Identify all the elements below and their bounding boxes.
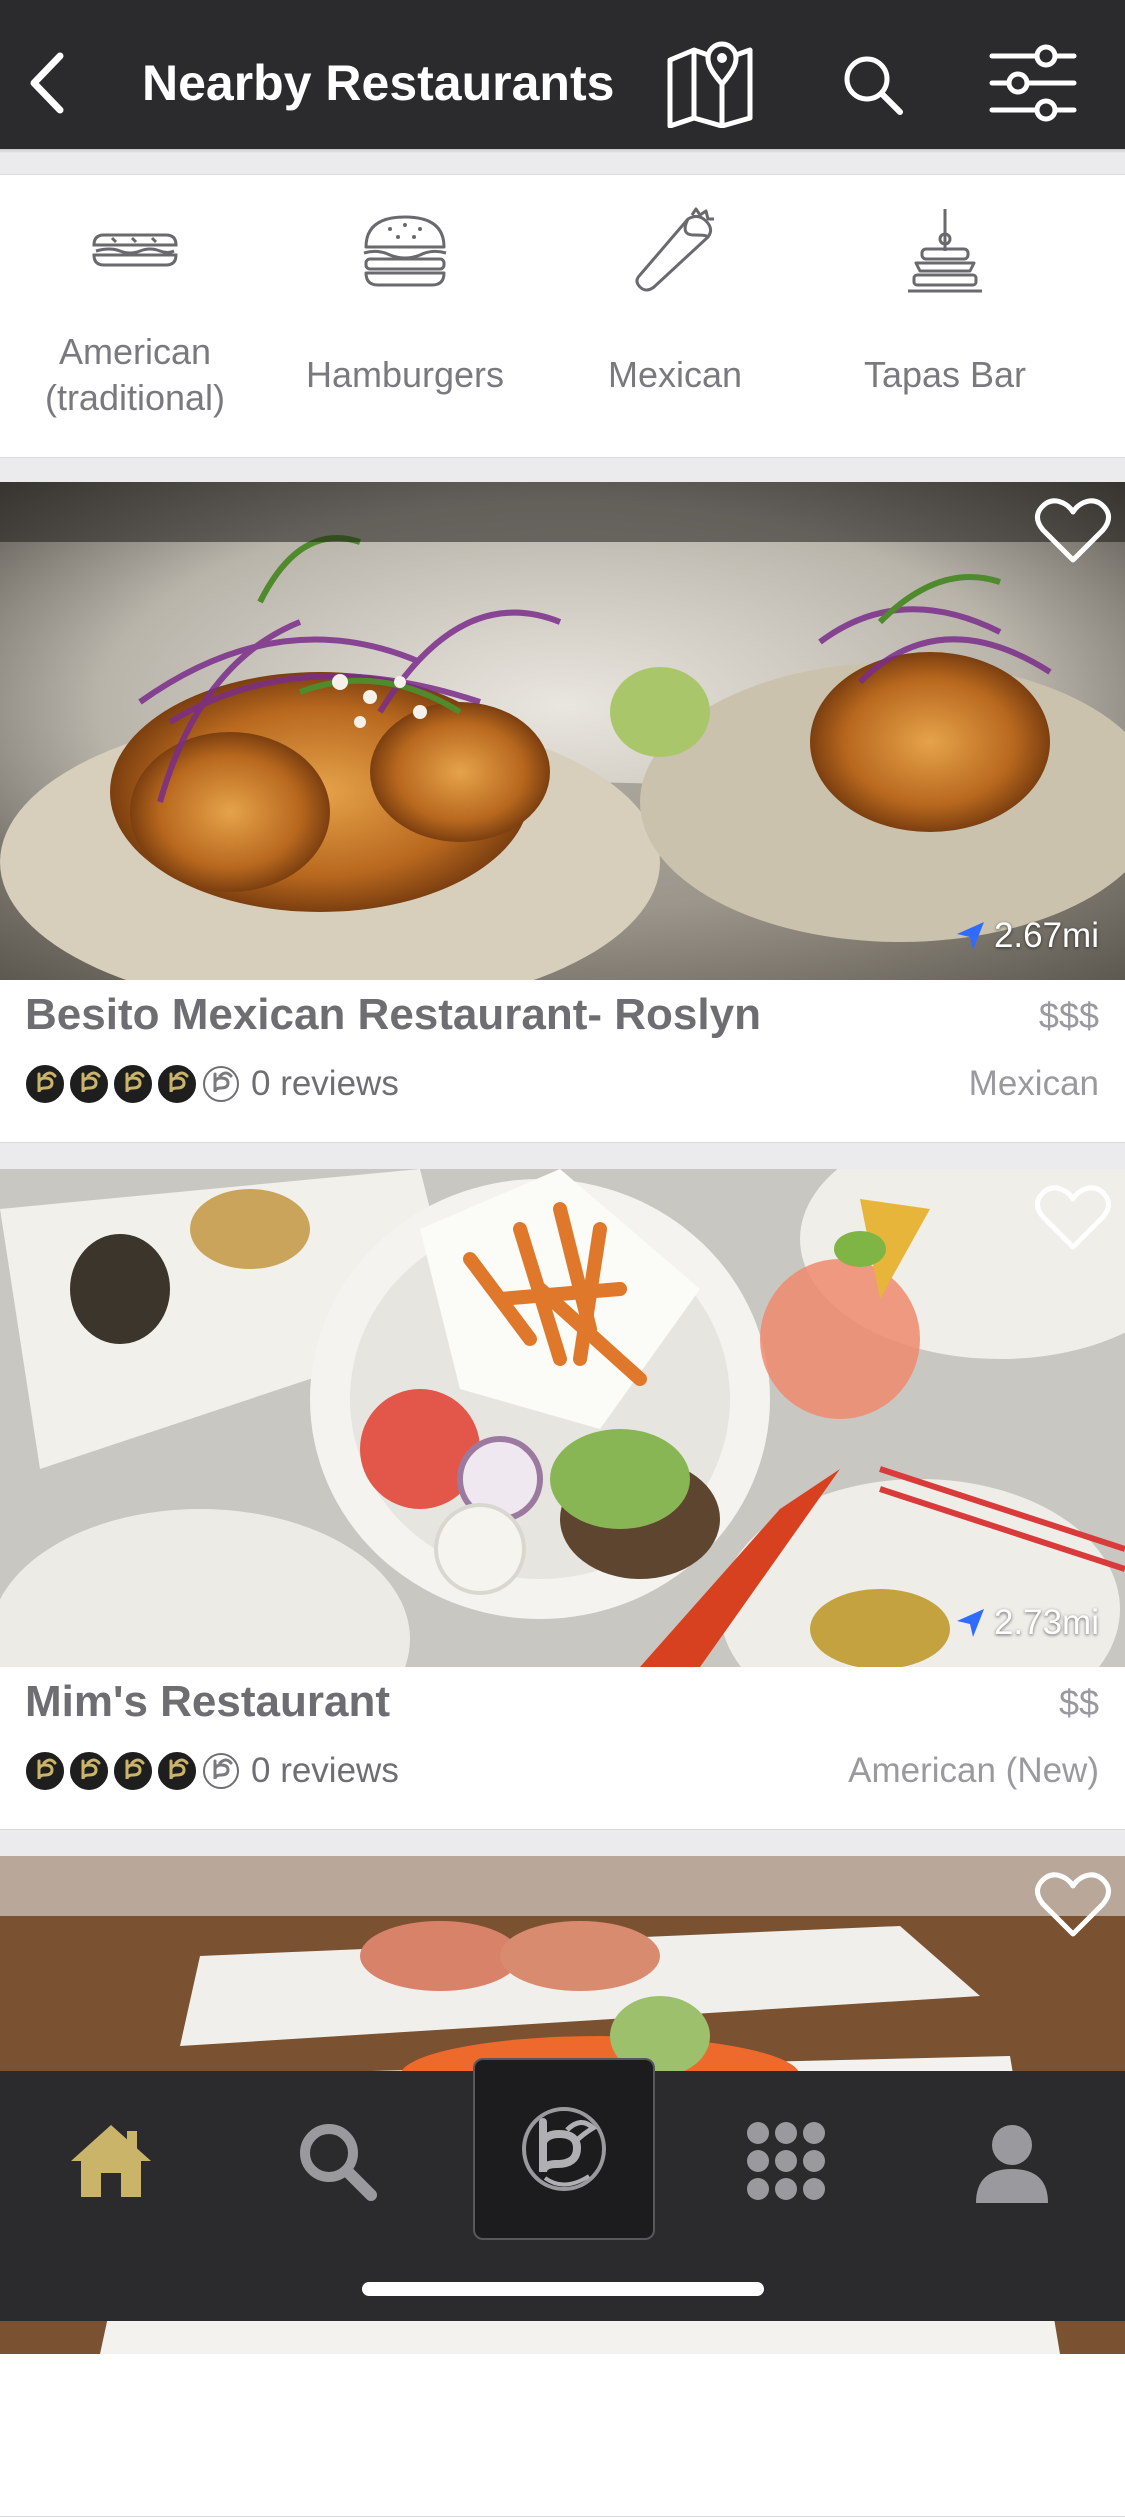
rating-badge-filled-icon — [70, 1752, 108, 1790]
distance-value: 2.67mi — [993, 916, 1099, 955]
rating-badge-empty-icon — [203, 1753, 239, 1789]
category-strip: American (traditional) Hamburgers Mexica… — [0, 174, 1125, 458]
tapas-icon — [908, 209, 982, 293]
rating-badge-filled-icon — [114, 1065, 152, 1103]
rating-badge-filled-icon — [70, 1065, 108, 1103]
search-icon[interactable] — [840, 52, 906, 118]
rating-badge-filled-icon — [26, 1065, 64, 1103]
home-indicator — [362, 2282, 764, 2296]
restaurant-name[interactable]: Besito Mexican Restaurant- Roslyn — [25, 985, 761, 1045]
rating-badge-filled-icon — [26, 1752, 64, 1790]
restaurant-card[interactable]: 2.73mi Mim's Restaurant $$ 0 reviews Ame… — [0, 1169, 1125, 1830]
sandwich-icon — [92, 233, 178, 267]
location-arrow-icon — [956, 1609, 984, 1637]
brand-logo-icon[interactable] — [473, 2058, 655, 2240]
burrito-icon — [635, 207, 714, 292]
category-label: Hamburgers — [305, 354, 505, 395]
category-tapas-bar[interactable]: Tapas Bar — [810, 175, 1080, 457]
page-title: Nearby Restaurants — [142, 55, 615, 111]
chevron-left-icon[interactable] — [20, 48, 80, 118]
header-divider — [0, 149, 1125, 153]
reviews-count[interactable]: 0 reviews — [251, 1749, 399, 1793]
sliders-icon[interactable] — [988, 38, 1078, 128]
price-level: $$ — [1058, 1682, 1099, 1723]
search-icon[interactable] — [287, 2111, 387, 2211]
favorite-heart-icon[interactable] — [1033, 1181, 1113, 1253]
category-hamburgers[interactable]: Hamburgers — [270, 175, 540, 457]
rating-badge-empty-icon — [203, 1066, 239, 1102]
distance-label: 2.73mi — [954, 1601, 1099, 1645]
top-nav-bar: Nearby Restaurants — [0, 0, 1125, 149]
cuisine-label: American (New) — [848, 1751, 1099, 1790]
location-arrow-icon — [956, 922, 984, 950]
restaurant-photo[interactable] — [0, 482, 1125, 980]
map-pin-icon[interactable] — [664, 38, 756, 129]
hamburger-icon — [363, 215, 447, 287]
favorite-heart-icon[interactable] — [1033, 1868, 1113, 1940]
price-level: $$$ — [1038, 995, 1099, 1036]
distance-label: 2.67mi — [954, 914, 1099, 958]
category-label: American (traditional) — [44, 331, 226, 418]
distance-value: 2.73mi — [993, 1603, 1099, 1642]
category-label: Tapas Bar — [863, 354, 1027, 395]
category-mexican[interactable]: Mexican — [540, 175, 810, 457]
favorite-heart-icon[interactable] — [1033, 494, 1113, 566]
cuisine-label: Mexican — [968, 1064, 1099, 1103]
rating-badge-filled-icon — [114, 1752, 152, 1790]
restaurant-name[interactable]: Mim's Restaurant — [25, 1672, 390, 1732]
home-icon[interactable] — [61, 2111, 161, 2211]
rating-row: 0 reviews — [25, 1062, 399, 1106]
grid-icon[interactable] — [736, 2111, 836, 2211]
rating-row: 0 reviews — [25, 1749, 399, 1793]
restaurant-card[interactable]: 2.67mi Besito Mexican Restaurant- Roslyn… — [0, 482, 1125, 1143]
rating-badge-filled-icon — [158, 1752, 196, 1790]
reviews-count[interactable]: 0 reviews — [251, 1062, 399, 1106]
category-american-traditional[interactable]: American (traditional) — [0, 175, 270, 457]
rating-badge-filled-icon — [158, 1065, 196, 1103]
profile-icon[interactable] — [962, 2111, 1062, 2211]
restaurant-photo[interactable] — [0, 1169, 1125, 1667]
category-label: Mexican — [607, 354, 743, 395]
